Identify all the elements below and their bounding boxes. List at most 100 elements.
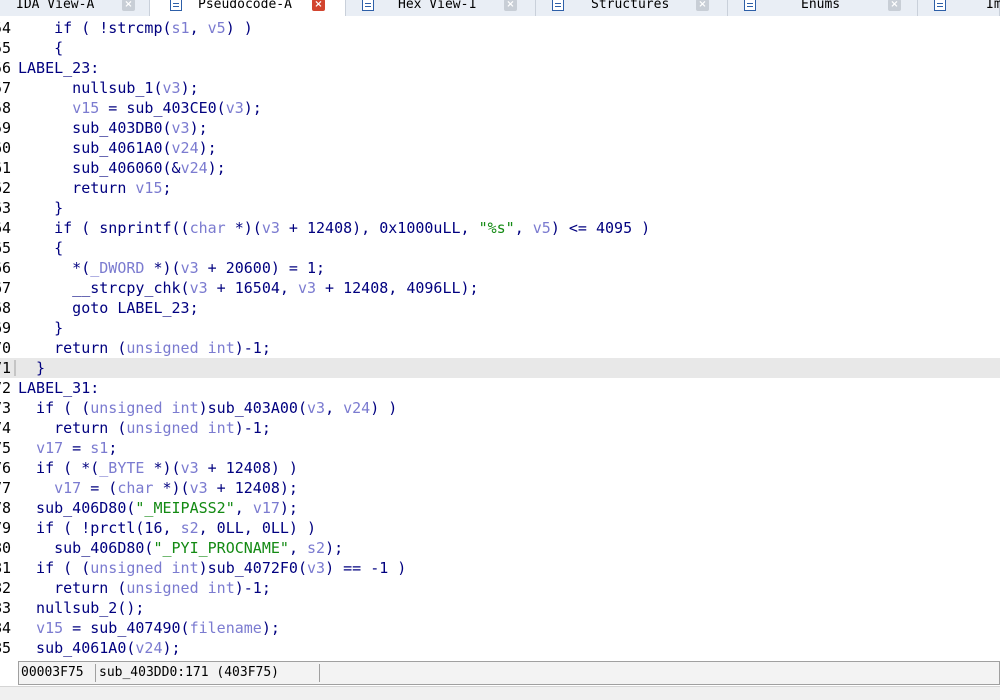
code-line[interactable]: 66 *(_DWORD *)(v3 + 20600) = 1; [0, 258, 1000, 278]
tab-structures[interactable]: Structures × [536, 0, 728, 16]
line-number: 71 [0, 359, 12, 377]
status-location: sub_403DD0:171 (403F75) [99, 665, 280, 680]
code-line[interactable]: 63 } [0, 198, 1000, 218]
code-line[interactable]: 60 sub_4061A0(v24); [0, 138, 1000, 158]
line-number: 69 [0, 319, 12, 337]
tab-enums[interactable]: Enums × [728, 0, 918, 16]
close-tab-icon[interactable]: × [888, 0, 901, 11]
line-number: 70 [0, 339, 12, 357]
code-text: { [18, 239, 64, 257]
line-number: 57 [0, 79, 12, 97]
code-text: sub_406060(&v24); [18, 159, 226, 177]
tab-label: IDA View-A [16, 0, 95, 12]
line-number: 63 [0, 199, 12, 217]
tab-label: Structures [591, 0, 670, 12]
code-text: if ( !strcmp(s1, v5) ) [18, 19, 253, 37]
code-line[interactable]: 81 if ( (unsigned int)sub_4072F0(v3) == … [0, 558, 1000, 578]
line-number: 59 [0, 119, 12, 137]
close-tab-icon[interactable]: × [122, 0, 135, 11]
pseudocode-icon [170, 0, 182, 11]
code-text: if ( (unsigned int)sub_403A00(v3, v24) ) [18, 399, 398, 417]
code-text: nullsub_2(); [18, 599, 145, 617]
code-line[interactable]: 59 sub_403DB0(v3); [0, 118, 1000, 138]
enums-icon [744, 0, 756, 11]
line-number: 58 [0, 99, 12, 117]
code-text: LABEL_31: [18, 379, 100, 397]
code-line[interactable]: 54 if ( !strcmp(s1, v5) ) [0, 18, 1000, 38]
line-number: 84 [0, 619, 12, 637]
tab-bar: IDA View-A × Pseudocode-A × Hex View-1 × Struc… [0, 0, 1000, 16]
line-number: 62 [0, 179, 12, 197]
code-text: if ( !prctl(16, s2, 0LL, 0LL) ) [18, 519, 317, 537]
status-separator [319, 664, 320, 682]
code-line[interactable]: 57 nullsub_1(v3); [0, 78, 1000, 98]
line-number: 67 [0, 279, 12, 297]
code-text: return v15; [18, 179, 172, 197]
code-text: } [18, 199, 64, 217]
line-number: 76 [0, 459, 12, 477]
code-line[interactable]: 73 if ( (unsigned int)sub_403A00(v3, v24… [0, 398, 1000, 418]
code-text: if ( snprintf((char *)(v3 + 12408), 0x10… [18, 219, 651, 237]
code-line[interactable]: 58 v15 = sub_403CE0(v3); [0, 98, 1000, 118]
hex-view-icon [362, 0, 374, 11]
code-line[interactable]: 84 v15 = sub_407490(filename); [0, 618, 1000, 638]
close-tab-icon[interactable]: × [504, 0, 517, 11]
line-number: 73 [0, 399, 12, 417]
code-line[interactable]: 72 LABEL_31: [0, 378, 1000, 398]
tab-im[interactable]: Im [918, 0, 1000, 16]
code-line[interactable]: 83 nullsub_2(); [0, 598, 1000, 618]
code-text: v15 = sub_403CE0(v3); [72, 99, 262, 117]
line-number: 61 [0, 159, 12, 177]
code-line[interactable]: 80 sub_406D80("_PYI_PROCNAME", s2); [0, 538, 1000, 558]
code-text: { [18, 39, 64, 57]
line-number: 82 [0, 579, 12, 597]
code-line[interactable]: 79 if ( !prctl(16, s2, 0LL, 0LL) ) [0, 518, 1000, 538]
code-line[interactable]: 82 return (unsigned int)-1; [0, 578, 1000, 598]
code-line[interactable]: 64 if ( snprintf((char *)(v3 + 12408), 0… [0, 218, 1000, 238]
code-line[interactable]: 75 v17 = s1; [0, 438, 1000, 458]
code-text: v17 = (char *)(v3 + 12408); [54, 479, 298, 497]
imports-icon [934, 0, 946, 11]
code-text: sub_406D80("_PYI_PROCNAME", s2); [18, 539, 344, 557]
code-line[interactable]: 77 v17 = (char *)(v3 + 12408); [0, 478, 1000, 498]
code-line[interactable]: 61 sub_406060(&v24); [0, 158, 1000, 178]
line-number: 74 [0, 419, 12, 437]
code-line[interactable]: 68 goto LABEL_23; [0, 298, 1000, 318]
fold-marker [14, 360, 16, 376]
status-separator [95, 664, 96, 682]
tab-hex-view-1[interactable]: Hex View-1 × [346, 0, 536, 16]
line-number: 81 [0, 559, 12, 577]
close-tab-icon[interactable]: × [312, 0, 325, 11]
code-line[interactable]: 65 { [0, 238, 1000, 258]
code-line[interactable]: 70 return (unsigned int)-1; [0, 338, 1000, 358]
code-line[interactable]: 69 } [0, 318, 1000, 338]
code-line[interactable]: 78 sub_406D80("_MEIPASS2", v17); [0, 498, 1000, 518]
code-line[interactable]: 56 LABEL_23: [0, 58, 1000, 78]
code-text: sub_4061A0(v24); [18, 639, 181, 657]
code-text: } [18, 319, 64, 337]
line-number: 85 [0, 639, 12, 657]
structures-icon [552, 0, 564, 11]
code-text: } [18, 359, 46, 377]
code-text: sub_4061A0(v24); [18, 139, 217, 157]
code-text: return (unsigned int)-1; [18, 579, 271, 597]
code-text: nullsub_1(v3); [18, 79, 199, 97]
code-line[interactable]: 76 if ( *(_BYTE *)(v3 + 12408) ) [0, 458, 1000, 478]
status-bar: 00003F75 sub_403DD0:171 (403F75) [18, 661, 1000, 685]
close-tab-icon[interactable]: × [696, 0, 709, 11]
code-line[interactable]: 62 return v15; [0, 178, 1000, 198]
code-line[interactable]: 74 return (unsigned int)-1; [0, 418, 1000, 438]
line-number: 55 [0, 39, 12, 57]
tab-pseudocode-a[interactable]: Pseudocode-A × [150, 0, 346, 16]
bottom-edge [0, 686, 1000, 700]
code-line[interactable]: 67 __strcpy_chk(v3 + 16504, v3 + 12408, … [0, 278, 1000, 298]
tab-label: Pseudocode-A [198, 0, 292, 12]
code-line[interactable]: 85 sub_4061A0(v24); [0, 638, 1000, 658]
line-number: 60 [0, 139, 12, 157]
tab-label: Hex View-1 [398, 0, 477, 12]
pseudocode-view[interactable]: 54 if ( !strcmp(s1, v5) )55 {56LABEL_23:… [0, 18, 1000, 658]
line-number: 72 [0, 379, 12, 397]
tab-ida-view-a[interactable]: IDA View-A × [0, 0, 150, 16]
code-line[interactable]: 55 { [0, 38, 1000, 58]
code-line[interactable]: 71 } [0, 358, 1000, 378]
